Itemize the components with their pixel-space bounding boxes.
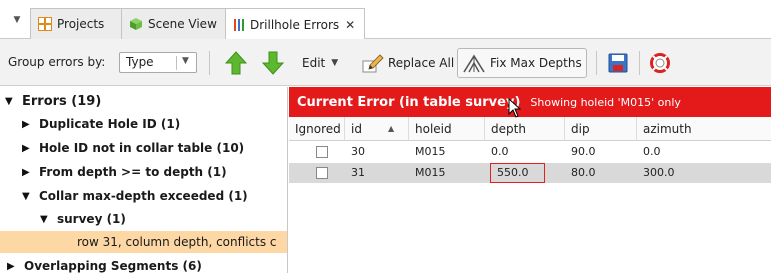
cell-azimuth[interactable]: 0.0 bbox=[637, 142, 661, 162]
tree-node-label: Collar max-depth exceeded (1) bbox=[39, 189, 248, 203]
replace-pencil-icon bbox=[362, 54, 384, 73]
toolbar-divider bbox=[596, 51, 597, 75]
tree-node-hole-id-not-in-collar[interactable]: ▶ Hole ID not in collar table (10) bbox=[0, 137, 287, 159]
cell-holeid: M015 bbox=[415, 166, 446, 179]
tree-node-overlapping-segments[interactable]: ▶ Overlapping Segments (6) bbox=[0, 255, 287, 273]
tab-scene-view-label: Scene View bbox=[148, 17, 217, 31]
column-header-depth[interactable]: depth bbox=[485, 117, 565, 141]
cell-id: 30 bbox=[351, 145, 365, 158]
tree-node-from-depth[interactable]: ▶ From depth >= to depth (1) bbox=[0, 161, 287, 183]
fix-max-depths-label: Fix Max Depths bbox=[490, 56, 582, 70]
column-header-ignored[interactable]: Ignored bbox=[289, 117, 345, 141]
tab-drillhole-errors[interactable]: Drillhole Errors ✕ bbox=[225, 8, 365, 40]
next-error-button[interactable] bbox=[261, 51, 285, 75]
group-errors-label: Group errors by: bbox=[8, 55, 106, 69]
tree-node-label: row 31, column depth, conflicts c bbox=[77, 235, 277, 249]
collapsed-triangle-icon: ▶ bbox=[22, 118, 30, 130]
column-header-dip[interactable]: dip bbox=[565, 117, 637, 141]
close-tab-icon[interactable]: ✕ bbox=[345, 18, 355, 32]
green-down-arrow-icon bbox=[261, 51, 285, 75]
collapsed-triangle-icon: ▶ bbox=[7, 260, 15, 272]
tab-projects[interactable]: Projects bbox=[30, 8, 122, 39]
scene-cube-icon bbox=[129, 17, 143, 31]
column-header-id-label: id bbox=[351, 122, 362, 136]
edit-menu-button[interactable]: Edit ▼ bbox=[298, 48, 342, 78]
cell-depth-error[interactable]: 550.0 bbox=[490, 163, 545, 183]
current-error-banner: Current Error (in table survey) Showing … bbox=[289, 87, 771, 117]
replace-all-label: Replace All bbox=[388, 56, 455, 70]
cell-id: 31 bbox=[351, 166, 365, 179]
combo-divider bbox=[176, 56, 177, 70]
tree-node-label: Duplicate Hole ID (1) bbox=[39, 117, 181, 131]
tree-node-selected-error[interactable]: row 31, column depth, conflicts c bbox=[0, 231, 287, 253]
fix-max-depths-button[interactable]: Fix Max Depths bbox=[457, 48, 587, 78]
drillhole-icon bbox=[233, 18, 245, 32]
toolbar-divider bbox=[209, 51, 210, 75]
chevron-down-icon: ▼ bbox=[182, 56, 189, 66]
table-row-selected[interactable]: 31 M015 550.0 80.0 300.0 bbox=[289, 163, 771, 183]
mouse-cursor-icon bbox=[508, 98, 522, 118]
tree-node-label: From depth >= to depth (1) bbox=[39, 165, 227, 179]
cell-dip[interactable]: 80.0 bbox=[565, 163, 596, 183]
edit-label: Edit bbox=[302, 56, 326, 70]
help-button[interactable] bbox=[646, 49, 674, 77]
replace-all-button[interactable]: Replace All bbox=[358, 48, 458, 78]
tab-drillhole-errors-label: Drillhole Errors bbox=[250, 17, 340, 32]
table-header: Ignored id ▲ holeid depth dip azimuth bbox=[289, 117, 771, 141]
tree-node-collar-max-depth[interactable]: ▼ Collar max-depth exceeded (1) bbox=[0, 185, 287, 207]
tab-projects-label: Projects bbox=[57, 17, 105, 31]
collapsed-triangle-icon: ▶ bbox=[22, 166, 30, 178]
table-row[interactable]: 30 M015 0.0 90.0 0.0 bbox=[289, 142, 771, 162]
previous-error-button[interactable] bbox=[224, 51, 248, 75]
expanded-triangle-icon: ▼ bbox=[22, 190, 30, 202]
cell-azimuth[interactable]: 300.0 bbox=[637, 163, 675, 183]
chevron-down-icon: ▼ bbox=[331, 58, 339, 68]
tab-scene-view[interactable]: Scene View bbox=[121, 8, 226, 39]
tree-node-label: Overlapping Segments (6) bbox=[24, 259, 202, 273]
tree-node-label: Hole ID not in collar table (10) bbox=[39, 141, 245, 155]
tab-list-menu-icon[interactable]: ▼ bbox=[8, 11, 26, 29]
expanded-triangle-icon: ▼ bbox=[5, 95, 13, 107]
toolbar: Group errors by: Type ▼ Edit ▼ Replace A… bbox=[0, 39, 771, 86]
group-errors-value: Type bbox=[126, 55, 154, 69]
column-header-azimuth[interactable]: azimuth bbox=[637, 117, 771, 141]
group-errors-select[interactable]: Type ▼ bbox=[119, 52, 197, 73]
lifebuoy-icon bbox=[650, 53, 670, 73]
sort-ascending-icon: ▲ bbox=[388, 124, 395, 133]
toolbar-divider bbox=[639, 51, 640, 75]
ignored-checkbox[interactable] bbox=[316, 146, 328, 158]
tree-node-label: Errors (19) bbox=[22, 93, 102, 109]
column-header-holeid[interactable]: holeid bbox=[409, 117, 485, 141]
tree-node-duplicate-hole-id[interactable]: ▶ Duplicate Hole ID (1) bbox=[0, 113, 287, 135]
collapsed-triangle-icon: ▶ bbox=[22, 142, 30, 154]
ignored-checkbox[interactable] bbox=[316, 167, 328, 179]
expanded-triangle-icon: ▼ bbox=[40, 213, 48, 225]
error-tree: ▼ Errors (19) ▶ Duplicate Hole ID (1) ▶ … bbox=[0, 87, 288, 273]
current-error-filter: Showing holeid 'M015' only bbox=[530, 95, 681, 109]
tree-node-errors[interactable]: ▼ Errors (19) bbox=[0, 90, 287, 112]
save-floppy-icon bbox=[608, 53, 628, 73]
cell-holeid: M015 bbox=[415, 145, 446, 158]
current-error-title: Current Error (in table survey) bbox=[297, 94, 521, 110]
fix-depth-icon bbox=[463, 54, 485, 73]
save-button[interactable] bbox=[604, 49, 632, 77]
column-header-id[interactable]: id bbox=[345, 117, 409, 141]
cell-depth[interactable]: 0.0 bbox=[485, 142, 509, 162]
tree-node-survey[interactable]: ▼ survey (1) bbox=[0, 208, 287, 230]
tree-node-label: survey (1) bbox=[57, 212, 126, 226]
projects-icon bbox=[38, 17, 52, 31]
tab-strip: ▼ Projects Scene View Drillhole Errors ✕ bbox=[0, 0, 771, 40]
green-up-arrow-icon bbox=[224, 51, 248, 75]
cell-dip[interactable]: 90.0 bbox=[565, 142, 596, 162]
